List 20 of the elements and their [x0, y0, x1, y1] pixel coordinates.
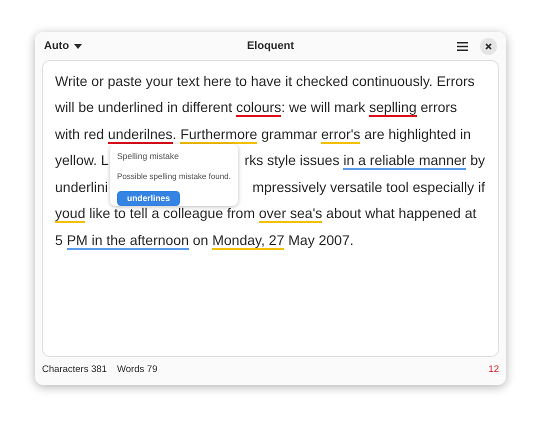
text-line: rks style issues in a reliable manner by	[244, 151, 485, 172]
close-button[interactable]	[480, 38, 497, 54]
text-editor[interactable]	[42, 60, 499, 357]
issue-count: 12	[488, 362, 499, 377]
text-line: 5 PM in the afternoon on Monday, 27 May 2007.	[55, 230, 354, 251]
window-title: Eloquent	[246, 38, 294, 54]
word-count: Words 79	[116, 362, 158, 377]
character-count: Characters 381	[42, 362, 107, 377]
popover-message: Possible spelling mistake found.	[117, 170, 231, 183]
menu-icon[interactable]	[457, 42, 468, 50]
text-line: will be underlined in different colours: we will mark seplling errors	[55, 98, 458, 118]
suggestion-button[interactable]: underlines	[117, 190, 180, 206]
close-icon	[485, 42, 492, 50]
text-line: Write or paste your text here to have it checked continuously. Errors	[55, 72, 475, 91]
popover-title: Spelling mistake	[117, 150, 180, 163]
text-line: mpressively versatile tool especially if	[252, 178, 485, 197]
text-line: underlini	[55, 178, 108, 197]
language-dropdown[interactable]: Auto	[44, 38, 82, 54]
caret-icon	[74, 44, 82, 48]
text-line: yellow. L	[55, 151, 109, 170]
